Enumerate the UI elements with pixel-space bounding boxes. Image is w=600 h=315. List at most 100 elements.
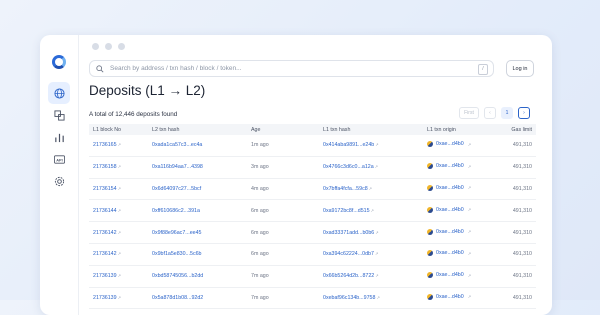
l1-hash-cell[interactable]: 0x66b5264d2b...8722↗: [319, 265, 423, 288]
login-button[interactable]: Log in: [506, 60, 534, 77]
origin-link[interactable]: 0xae...d4b0: [436, 294, 464, 300]
l1-hash-link[interactable]: 0xa9172bc8f...d515: [323, 208, 370, 214]
prev-page-button[interactable]: ‹: [484, 107, 496, 119]
slash-shortcut-badge: /: [478, 64, 488, 75]
l1-block-cell[interactable]: 21736142↗: [89, 221, 148, 244]
logo-icon[interactable]: [52, 55, 66, 69]
l1-block-cell[interactable]: 21736144↗: [89, 199, 148, 223]
origin-cell[interactable]: 0xae...d4b0 ↗: [423, 199, 507, 223]
external-link-icon: ↗: [117, 142, 121, 148]
origin-link[interactable]: 0xae...d4b0: [436, 141, 464, 147]
table-row: 21736139↗ 0xbd58745056...b2dd 7m ago 0x66b5…: [89, 265, 536, 288]
l2-hash-cell[interactable]: 0x5a878d1b08...92d2: [148, 287, 247, 310]
l1-hash-link[interactable]: 0x414aba9891...e24b: [323, 142, 374, 148]
origin-link[interactable]: 0xae...d4b0: [436, 250, 464, 256]
l1-block-cell[interactable]: 21736165↗: [89, 135, 148, 157]
l2-hash-cell[interactable]: 0x6d64097c27...5bcf: [148, 178, 247, 201]
l1-hash-cell[interactable]: 0xad33371add...b0b6↗: [319, 221, 423, 244]
api-icon: API: [53, 154, 65, 164]
l1-block-cell[interactable]: 21736139↗: [89, 287, 148, 310]
external-link-icon: ↗: [467, 250, 472, 256]
l1-block-link[interactable]: 21736165: [93, 142, 117, 148]
origin-cell[interactable]: 0xae...d4b0 ↗: [423, 156, 507, 179]
age-cell: 6m ago: [247, 199, 319, 223]
sidebar-item-globe[interactable]: [48, 82, 70, 104]
l2-hash-cell[interactable]: 0xbd58745056...b2dd: [148, 265, 247, 288]
origin-cell[interactable]: 0xae...d4b0 ↗: [423, 178, 507, 201]
search-input[interactable]: [108, 64, 472, 73]
l1-hash-link[interactable]: 0x7bffa4fcfa...59c8: [323, 186, 368, 192]
external-link-icon: ↗: [467, 141, 472, 147]
l1-block-cell[interactable]: 21736139↗: [89, 265, 148, 288]
table-row: 21736142↗ 0x9f88e96ac7...ee45 6m ago 0xad33…: [89, 221, 536, 244]
l1-block-cell[interactable]: 21736142↗: [89, 243, 148, 266]
origin-cell[interactable]: 0xae...d4b0 ↗: [423, 287, 507, 310]
next-page-button[interactable]: ›: [518, 107, 530, 119]
l1-hash-link[interactable]: 0x4766c3d6c0...a12a: [323, 164, 374, 170]
chart-icon: [54, 133, 64, 142]
l2-hash-link[interactable]: 0x9bf1a5e830...5c6b: [152, 251, 201, 257]
l1-block-link[interactable]: 21736154: [93, 186, 117, 192]
sidebar-item-stats[interactable]: [48, 126, 70, 148]
table-row: 21736158↗ 0xa116b94aa7...4398 3m ago 0x4766…: [89, 156, 536, 179]
l2-hash-cell[interactable]: 0xada1ca57c3...ec4a: [148, 135, 247, 157]
l1-hash-link[interactable]: 0xebaf96c134b...9758: [323, 295, 375, 301]
l2-hash-link[interactable]: 0xff610686c2...391a: [152, 208, 200, 214]
l1-block-link[interactable]: 21736142: [93, 251, 117, 257]
l1-hash-cell[interactable]: 0xa9172bc8f...d515↗: [319, 199, 423, 223]
page-title: Deposits (L1 → L2): [89, 83, 206, 98]
gas-limit-cell: 491,310: [507, 199, 536, 223]
age-cell: 1m ago: [247, 135, 319, 157]
age-cell: 3m ago: [247, 156, 319, 179]
external-link-icon: ↗: [467, 207, 472, 213]
external-link-icon: ↗: [370, 207, 374, 213]
search-bar[interactable]: /: [89, 60, 494, 77]
first-page-button[interactable]: First: [459, 107, 479, 119]
l2-hash-cell[interactable]: 0x9bf1a5e830...5c6b: [148, 243, 247, 266]
l2-hash-link[interactable]: 0xbd58745056...b2dd: [152, 273, 203, 279]
l1-block-link[interactable]: 21736158: [93, 164, 117, 170]
l2-hash-link[interactable]: 0x9f88e96ac7...ee45: [152, 230, 201, 236]
l1-block-link[interactable]: 21736139: [93, 273, 117, 279]
origin-cell[interactable]: 0xae...d4b0 ↗: [423, 243, 507, 266]
l2-hash-link[interactable]: 0xada1ca57c3...ec4a: [152, 142, 202, 148]
l1-hash-link[interactable]: 0xa394c62224...0db7: [323, 251, 374, 257]
l1-block-link[interactable]: 21736144: [93, 208, 117, 214]
address-avatar-icon: [427, 184, 433, 191]
origin-cell[interactable]: 0xae...d4b0 ↗: [423, 135, 507, 157]
l2-hash-link[interactable]: 0x5a878d1b08...92d2: [152, 295, 203, 301]
gas-limit-cell: 491,310: [507, 287, 536, 310]
l1-hash-cell[interactable]: 0x414aba9891...e24b↗: [319, 135, 423, 157]
blocks-icon: [53, 109, 65, 121]
current-page-button[interactable]: 1: [501, 107, 513, 119]
l1-block-link[interactable]: 21736139: [93, 295, 117, 301]
sidebar-item-api[interactable]: API: [48, 148, 70, 170]
l2-hash-cell[interactable]: 0x9f88e96ac7...ee45: [148, 221, 247, 244]
l1-hash-cell[interactable]: 0x7bffa4fcfa...59c8↗: [319, 178, 423, 201]
l2-hash-link[interactable]: 0x6d64097c27...5bcf: [152, 186, 201, 192]
l1-hash-cell[interactable]: 0xebaf96c134b...9758↗: [319, 287, 423, 310]
l1-hash-link[interactable]: 0x66b5264d2b...8722: [323, 273, 374, 279]
l1-hash-cell[interactable]: 0xa394c62224...0db7↗: [319, 243, 423, 266]
address-avatar-icon: [427, 250, 433, 257]
address-avatar-icon: [427, 141, 433, 148]
l1-hash-link[interactable]: 0xad33371add...b0b6: [323, 230, 374, 236]
api-icon-label: API: [56, 158, 62, 162]
origin-link[interactable]: 0xae...d4b0: [436, 163, 464, 169]
gas-limit-cell: 491,310: [507, 178, 536, 201]
origin-cell[interactable]: 0xae...d4b0 ↗: [423, 265, 507, 288]
origin-link[interactable]: 0xae...d4b0: [436, 229, 464, 235]
sidebar-item-settings[interactable]: [48, 170, 70, 192]
origin-link[interactable]: 0xae...d4b0: [436, 207, 464, 213]
l1-hash-cell[interactable]: 0x4766c3d6c0...a12a↗: [319, 156, 423, 179]
l2-hash-link[interactable]: 0xa116b94aa7...4398: [152, 164, 203, 170]
origin-link[interactable]: 0xae...d4b0: [436, 272, 464, 278]
l1-block-link[interactable]: 21736142: [93, 230, 117, 236]
l1-block-cell[interactable]: 21736158↗: [89, 156, 148, 179]
origin-link[interactable]: 0xae...d4b0: [436, 185, 464, 191]
l2-hash-cell[interactable]: 0xff610686c2...391a: [148, 199, 247, 223]
l1-block-cell[interactable]: 21736154↗: [89, 178, 148, 201]
sidebar-item-blocks[interactable]: [48, 104, 70, 126]
origin-cell[interactable]: 0xae...d4b0 ↗: [423, 221, 507, 244]
l2-hash-cell[interactable]: 0xa116b94aa7...4398: [148, 156, 247, 179]
